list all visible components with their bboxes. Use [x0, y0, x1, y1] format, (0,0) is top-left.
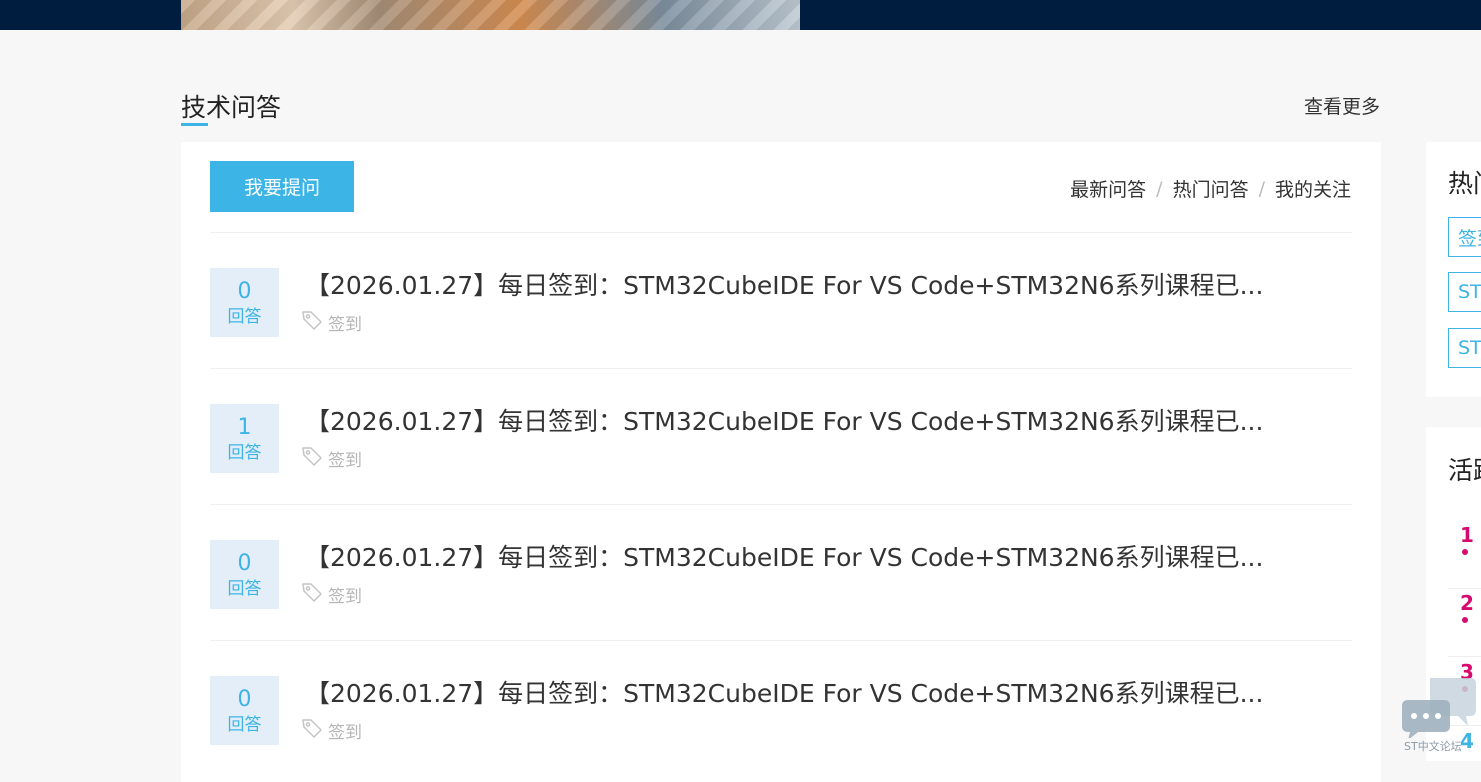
qa-card: 我要提问 最新问答 / 热门问答 / 我的关注 0 回答 【2026.01.27…: [181, 142, 1381, 782]
tag-label: 签到: [328, 723, 362, 743]
answer-count-badge: 0 回答: [210, 676, 279, 745]
answer-count: 0: [237, 278, 252, 304]
section-title: 技术问答: [181, 93, 282, 122]
rank-item[interactable]: 2: [1448, 591, 1481, 657]
question-item: 0 回答 【2026.01.27】每日签到：STM32CubeIDE For V…: [210, 232, 1352, 368]
tag-label: 签到: [328, 587, 362, 607]
answer-label: 回答: [227, 306, 262, 327]
question-title[interactable]: 【2026.01.27】每日签到：STM32CubeIDE For VS Cod…: [305, 266, 1305, 302]
hot-tag[interactable]: ST: [1448, 272, 1481, 312]
tag-icon: [300, 444, 328, 473]
answer-count: 0: [237, 686, 252, 712]
filter-tabs: 最新问答 / 热门问答 / 我的关注: [1070, 175, 1351, 202]
tag-label: 签到: [328, 451, 362, 471]
tab-popular[interactable]: 热门问答: [1173, 175, 1249, 202]
question-item: 1 回答 【2026.01.27】每日签到：STM32CubeIDE For V…: [210, 368, 1352, 504]
sidebar-hot-title: 热门: [1448, 169, 1481, 198]
tag-icon: [300, 716, 328, 745]
rank-number: 1: [1460, 523, 1474, 547]
question-title[interactable]: 【2026.01.27】每日签到：STM32CubeIDE For VS Cod…: [305, 538, 1305, 574]
question-title[interactable]: 【2026.01.27】每日签到：STM32CubeIDE For VS Cod…: [305, 402, 1305, 438]
rank-dot: [1462, 617, 1468, 623]
question-title[interactable]: 【2026.01.27】每日签到：STM32CubeIDE For VS Cod…: [305, 674, 1305, 710]
hot-tag[interactable]: ST: [1448, 328, 1481, 368]
banner-image[interactable]: [181, 0, 800, 30]
tab-separator: /: [1258, 177, 1265, 200]
forum-chat-widget[interactable]: ST中文论坛: [1400, 676, 1481, 756]
title-underline: [181, 123, 208, 126]
question-tag[interactable]: 签到: [300, 444, 362, 473]
tab-separator: /: [1156, 177, 1163, 200]
top-banner: [0, 0, 1481, 30]
question-item: 0 回答 【2026.01.27】每日签到：STM32CubeIDE For V…: [210, 640, 1352, 776]
rank-item[interactable]: 1: [1448, 523, 1481, 589]
tab-latest[interactable]: 最新问答: [1070, 175, 1146, 202]
tag-label: 签到: [328, 315, 362, 335]
answer-count: 0: [237, 550, 252, 576]
question-tag[interactable]: 签到: [300, 308, 362, 337]
answer-count: 1: [237, 414, 252, 440]
answer-count-badge: 0 回答: [210, 268, 279, 337]
tag-icon: [300, 580, 328, 609]
question-item: 0 回答 【2026.01.27】每日签到：STM32CubeIDE For V…: [210, 504, 1352, 640]
tag-icon: [300, 308, 328, 337]
rank-number: 2: [1460, 591, 1474, 615]
chat-widget-label: ST中文论坛: [1404, 740, 1462, 753]
answer-count-badge: 0 回答: [210, 540, 279, 609]
answer-count-badge: 1 回答: [210, 404, 279, 473]
question-list: 0 回答 【2026.01.27】每日签到：STM32CubeIDE For V…: [210, 232, 1352, 776]
rank-dot: [1462, 549, 1468, 555]
sidebar-active-title: 活跃: [1448, 456, 1481, 485]
answer-label: 回答: [227, 714, 262, 735]
question-tag[interactable]: 签到: [300, 716, 362, 745]
sidebar-hot-card: 热门 签到 ST ST: [1426, 142, 1481, 397]
tab-following[interactable]: 我的关注: [1275, 175, 1351, 202]
question-tag[interactable]: 签到: [300, 580, 362, 609]
hot-tag[interactable]: 签到: [1448, 217, 1481, 257]
answer-label: 回答: [227, 442, 262, 463]
view-more-link[interactable]: 查看更多: [1304, 92, 1380, 119]
ask-question-button[interactable]: 我要提问: [210, 161, 354, 212]
answer-label: 回答: [227, 578, 262, 599]
